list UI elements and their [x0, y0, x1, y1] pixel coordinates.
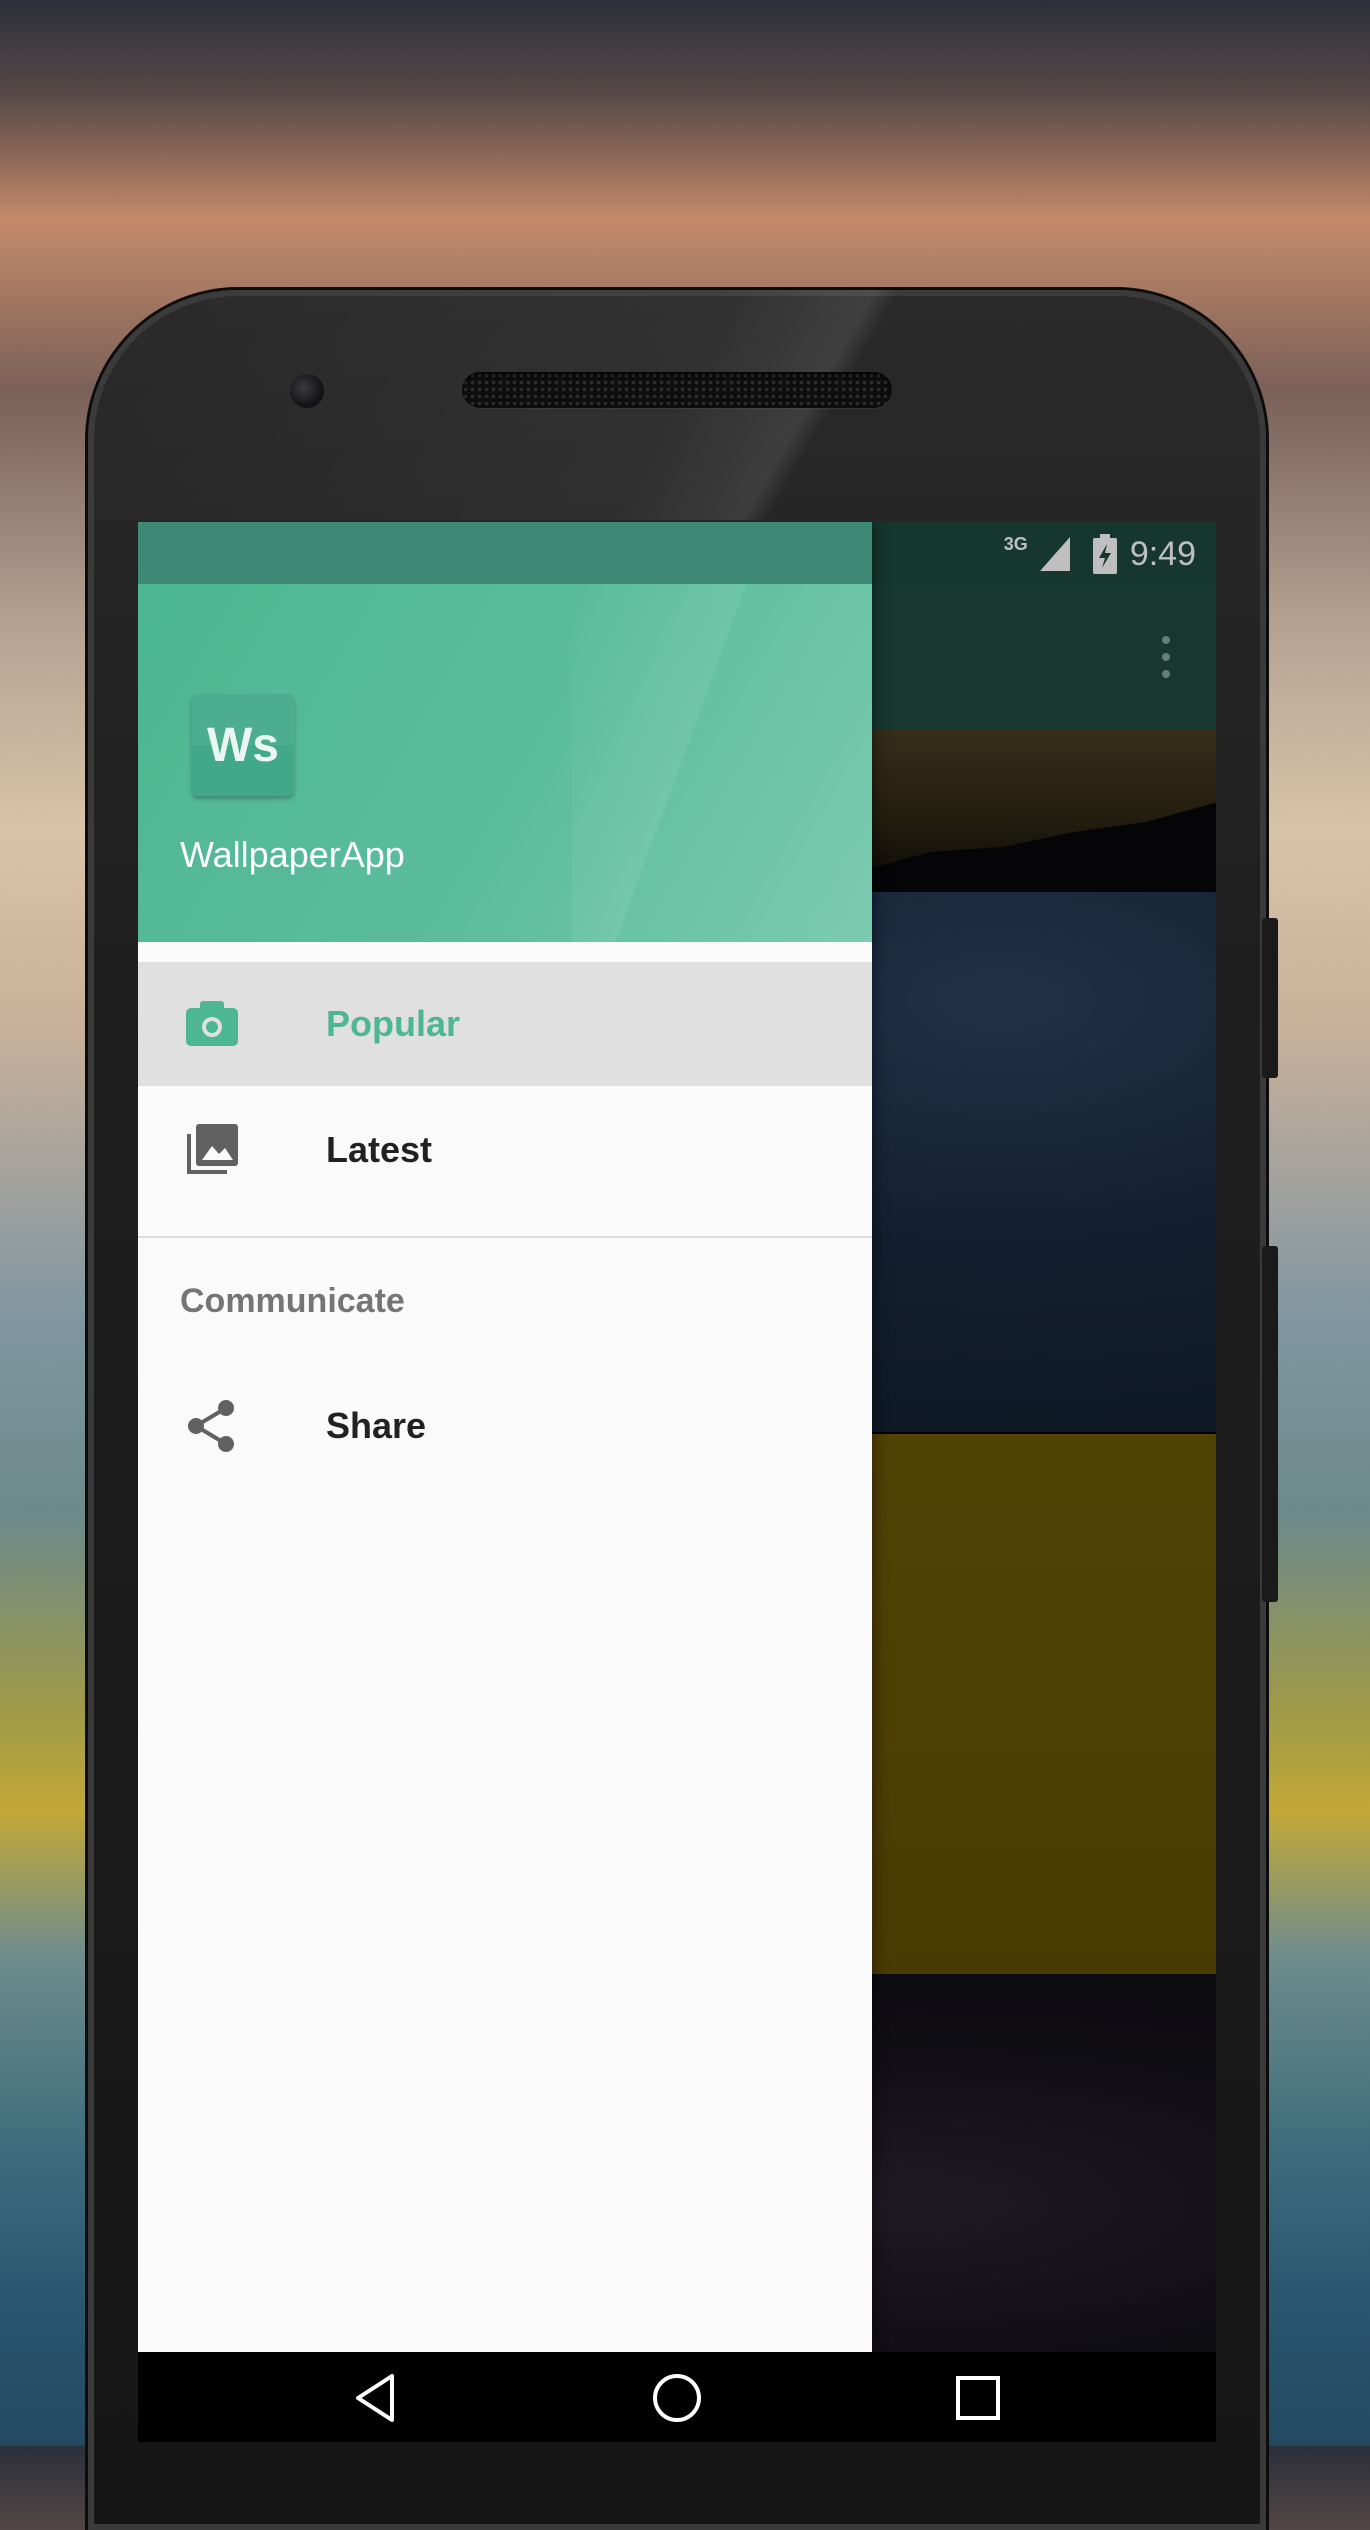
volume-button [1262, 1246, 1278, 1602]
share-icon [188, 1400, 234, 1452]
photo-library-icon [187, 1124, 238, 1174]
phone-screen: 3G 9:49 Ws WallpaperApp Popular Latest C… [138, 522, 1216, 2442]
drawer-divider [138, 1236, 872, 1238]
nav-item-latest[interactable]: Latest [138, 1088, 872, 1212]
app-name: WallpaperApp [180, 834, 405, 875]
navigation-drawer: Ws WallpaperApp Popular Latest Communica… [138, 522, 872, 2352]
drawer-status-overlay [138, 522, 872, 584]
front-camera [290, 374, 324, 408]
home-icon[interactable] [649, 2370, 705, 2426]
nav-item-label: Share [326, 1405, 427, 1446]
nav-item-popular[interactable]: Popular [138, 962, 872, 1086]
recents-icon[interactable] [950, 2370, 1006, 2426]
nav-item-share[interactable]: Share [138, 1364, 872, 1488]
earpiece-speaker [462, 372, 892, 408]
section-header-communicate: Communicate [180, 1282, 405, 1320]
system-navigation-bar [138, 2352, 1216, 2442]
app-logo-text: Ws [207, 718, 279, 772]
nav-item-label: Popular [326, 1003, 461, 1044]
app-logo: Ws [192, 694, 294, 796]
back-icon[interactable] [350, 2370, 406, 2426]
nav-item-label: Latest [326, 1129, 433, 1170]
camera-icon [186, 1001, 238, 1046]
drawer-header: Ws WallpaperApp [138, 584, 872, 942]
power-button [1262, 918, 1278, 1078]
